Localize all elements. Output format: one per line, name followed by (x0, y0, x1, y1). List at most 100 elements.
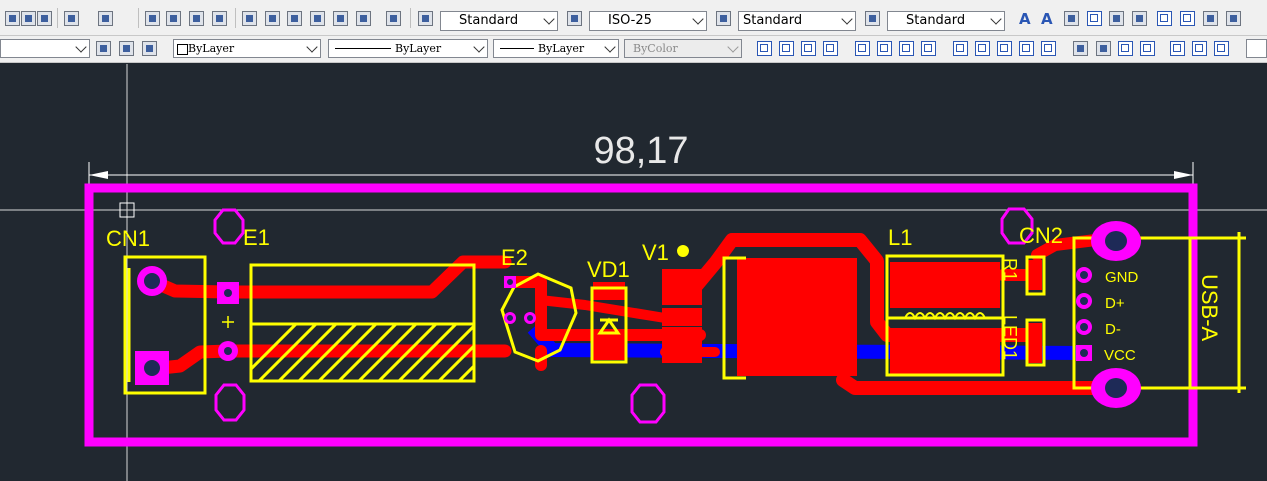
scale-text-icon[interactable] (1132, 11, 1147, 26)
layer-previous-icon[interactable] (142, 41, 157, 56)
e2-pad[interactable] (535, 280, 547, 320)
angular-icon[interactable] (921, 41, 936, 56)
dim-style-control-select[interactable] (1246, 39, 1267, 58)
vd1-pad[interactable] (593, 338, 625, 360)
justify-text-icon[interactable] (1157, 11, 1172, 26)
baseline-icon[interactable] (975, 41, 990, 56)
help-icon[interactable] (386, 11, 401, 26)
continue-icon[interactable] (997, 41, 1012, 56)
quick-dim-icon[interactable] (953, 41, 968, 56)
text-toolbar-end-icon[interactable] (1226, 11, 1241, 26)
v1-copper-pad[interactable] (737, 258, 857, 376)
dim-style-select[interactable]: ISO-25 (589, 11, 707, 31)
jogged-linear-icon[interactable] (1140, 41, 1155, 56)
l1-copper-pad-top[interactable] (890, 262, 1000, 308)
v1-marker-dot (677, 245, 689, 257)
center-mark-icon[interactable] (1096, 41, 1111, 56)
arc-length-icon[interactable] (801, 41, 816, 56)
multileader-style-icon[interactable] (865, 11, 880, 26)
properties-icon[interactable] (242, 11, 257, 26)
label-vcc: VCC (1104, 347, 1136, 364)
label-r1: R1 (1000, 258, 1020, 281)
v1-pin-pad[interactable] (662, 345, 702, 363)
open-icon[interactable] (21, 11, 36, 26)
save-icon[interactable] (37, 11, 52, 26)
chevron-down-icon (604, 41, 616, 53)
layer-select[interactable] (0, 39, 90, 58)
dim-text-edit-icon[interactable] (1192, 41, 1207, 56)
text-style-icon[interactable] (418, 11, 433, 26)
dim-space-icon[interactable] (1019, 41, 1034, 56)
linetype-control-select[interactable]: ByLayer (328, 39, 488, 58)
label-gnd: GND (1105, 269, 1139, 286)
tolerance-icon[interactable] (1073, 41, 1088, 56)
single-line-text-icon[interactable]: A (1041, 12, 1053, 27)
label-vd1: VD1 (587, 257, 630, 282)
color-control-select[interactable]: ByLayer (173, 39, 321, 58)
separator (410, 8, 411, 28)
separator (235, 8, 236, 28)
design-center-icon[interactable] (265, 11, 280, 26)
edit-text-icon[interactable] (1203, 11, 1218, 26)
undo-icon[interactable] (64, 11, 79, 26)
led1-pad[interactable] (1028, 323, 1042, 363)
linear-dim-icon[interactable] (757, 41, 772, 56)
v1-pin-pad[interactable] (662, 327, 702, 345)
redo-icon[interactable] (98, 11, 113, 26)
table-style-select[interactable]: Standard (738, 11, 856, 31)
edit-text-icon[interactable] (1064, 11, 1079, 26)
find-text-icon[interactable] (1087, 11, 1102, 26)
chevron-down-icon (841, 13, 853, 25)
zoom-realtime-icon[interactable] (166, 11, 181, 26)
dim-style-value: ISO-25 (608, 13, 652, 28)
multileader-style-value: Standard (906, 13, 966, 28)
standard-toolbar: Standard ISO-25 Standard Standard A A (0, 0, 1267, 36)
zoom-previous-icon[interactable] (212, 11, 227, 26)
spell-check-icon[interactable] (1109, 11, 1124, 26)
dim-update-icon[interactable] (1214, 41, 1229, 56)
chevron-down-icon (727, 41, 739, 53)
v1-pin-pad[interactable] (662, 269, 702, 287)
vd1-pad[interactable] (593, 282, 625, 300)
label-led1: LED1 (1000, 315, 1020, 360)
layer-states-icon[interactable] (96, 41, 111, 56)
dim-edit-icon[interactable] (1170, 41, 1185, 56)
dim-break-icon[interactable] (1041, 41, 1056, 56)
pan-icon[interactable] (145, 11, 160, 26)
separator (57, 8, 58, 28)
text-style-select[interactable]: Standard (440, 11, 558, 31)
radius-icon[interactable] (855, 41, 870, 56)
chevron-down-icon (990, 13, 1002, 25)
ordinate-icon[interactable] (823, 41, 838, 56)
aligned-dim-icon[interactable] (779, 41, 794, 56)
linetype-line-icon (335, 48, 391, 49)
convert-icon[interactable] (1180, 11, 1195, 26)
drawing-canvas[interactable]: 98,17 CN1 E1 E2 VD1 V1 L1 CN2 R1 LED1 GN… (0, 64, 1267, 481)
multileader-style-select[interactable]: Standard (887, 11, 1005, 31)
jogged-icon[interactable] (877, 41, 892, 56)
r1-pad[interactable] (1028, 260, 1042, 290)
quickcalc-icon[interactable] (333, 11, 348, 26)
layers-properties-toolbar: ByLayer ByLayer ByLayer ByColor (0, 36, 1267, 63)
v1-pin-pad[interactable] (662, 308, 702, 326)
table-style-icon[interactable] (716, 11, 731, 26)
chevron-down-icon (306, 41, 318, 53)
multiline-text-icon[interactable]: A (1019, 12, 1031, 27)
v1-pin-pad[interactable] (662, 287, 702, 305)
dimension-value: 98,17 (593, 130, 688, 172)
l1-copper-pad-bottom[interactable] (890, 330, 1000, 374)
markup-icon[interactable] (310, 11, 325, 26)
lineweight-line-icon (500, 48, 534, 49)
inspect-icon[interactable] (1118, 41, 1133, 56)
label-v1: V1 (642, 240, 669, 265)
zoom-window-icon[interactable] (189, 11, 204, 26)
dim-style-icon[interactable] (567, 11, 582, 26)
calculator-icon[interactable] (356, 11, 371, 26)
label-cn1: CN1 (106, 226, 150, 251)
tool-palettes-icon[interactable] (287, 11, 302, 26)
new-icon[interactable] (5, 11, 20, 26)
diameter-icon[interactable] (899, 41, 914, 56)
lineweight-control-select[interactable]: ByLayer (493, 39, 619, 58)
plotstyle-control-select: ByColor (624, 39, 742, 58)
make-current-icon[interactable] (119, 41, 134, 56)
